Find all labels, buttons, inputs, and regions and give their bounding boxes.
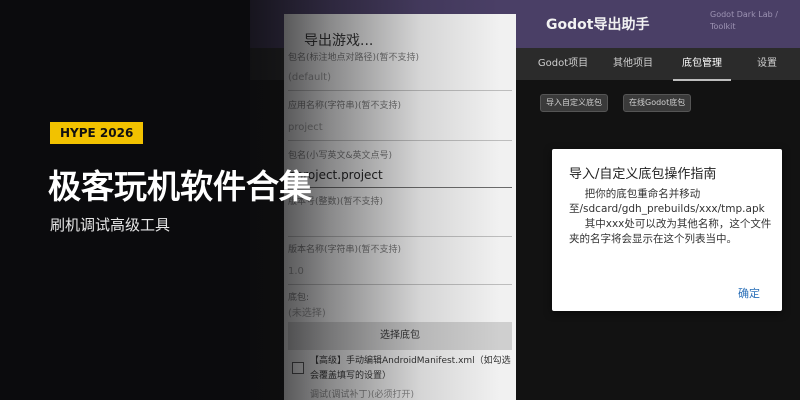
field-label-version-name: 版本名称(字符串)(暂不支持) xyxy=(288,245,402,255)
field-underline xyxy=(288,236,512,237)
field-version-name[interactable]: 1.0 xyxy=(288,266,304,277)
advanced-manifest-checkbox[interactable] xyxy=(292,362,304,374)
year-badge: HYPE 2026 xyxy=(50,122,144,144)
field-label-prebuild: 底包: xyxy=(288,293,310,303)
confirm-button[interactable]: 确定 xyxy=(738,285,760,301)
app-subtitle: Godot Dark Lab / Toolkit xyxy=(710,10,778,31)
field-underline xyxy=(288,90,512,91)
guide-paragraph-2: 其中xxx处可以改为其他名称，这个文件夹的名字将会显示在这个列表当中。 xyxy=(569,218,772,245)
field-underline xyxy=(288,140,512,141)
tab-settings[interactable]: 设置 xyxy=(740,48,794,80)
export-dialog-title: 导出游戏... xyxy=(304,33,374,49)
export-game-dialog: 导出游戏... 包名(标注地点对路径)(暂不支持) (default) 应用名称… xyxy=(284,14,516,400)
promo-subline: 刷机调试高级工具 xyxy=(50,216,171,234)
online-godot-prebuild-button[interactable]: 在线Godot底包 xyxy=(623,94,692,112)
field-label-package-path: 包名(标注地点对路径)(暂不支持) xyxy=(288,53,420,63)
promo-headline: 极客玩机软件合集 xyxy=(48,167,312,206)
field-package-path[interactable]: (default) xyxy=(288,72,331,83)
debug-option-label: 调试(调试补丁)(必须打开) xyxy=(310,390,415,400)
guide-dialog-title: 导入/自定义底包操作指南 xyxy=(569,167,717,182)
select-prebuild-button[interactable]: 选择底包 xyxy=(288,322,512,350)
active-tab-indicator xyxy=(673,79,731,81)
tab-prebuild-management[interactable]: 底包管理 xyxy=(673,48,731,80)
field-underline xyxy=(288,187,512,188)
field-prebuild-value: (未选择) xyxy=(288,308,326,319)
app-title: Godot导出助手 xyxy=(546,17,650,33)
tab-other-projects[interactable]: 其他项目 xyxy=(604,48,662,80)
guide-dialog-body: 把你的底包重命名并移动至/sdcard/gdh_prebuilds/xxx/tm… xyxy=(569,187,777,247)
import-custom-prebuild-button[interactable]: 导入自定义底包 xyxy=(540,94,608,112)
field-app-name[interactable]: project xyxy=(288,122,323,133)
field-label-app-name: 应用名称(字符串)(暂不支持) xyxy=(288,101,402,111)
import-guide-dialog: 导入/自定义底包操作指南 把你的底包重命名并移动至/sdcard/gdh_pre… xyxy=(552,149,782,311)
advanced-manifest-label: 【高级】手动编辑AndroidManifest.xml（如勾选会覆盖填写的设置） xyxy=(310,356,511,381)
tab-godot-projects[interactable]: Godot项目 xyxy=(534,48,592,80)
guide-paragraph-1: 把你的底包重命名并移动至/sdcard/gdh_prebuilds/xxx/tm… xyxy=(569,188,765,215)
field-underline xyxy=(288,284,512,285)
